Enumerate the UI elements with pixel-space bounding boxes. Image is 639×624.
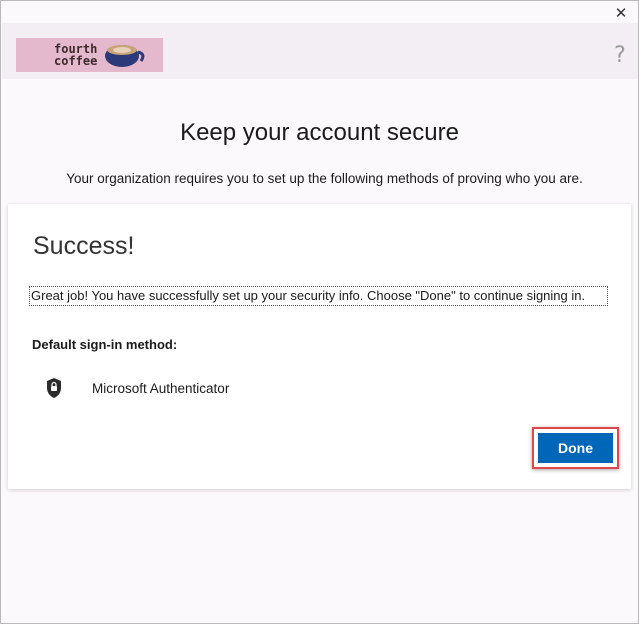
- svg-text:coffee: coffee: [54, 54, 97, 68]
- default-method-row: Microsoft Authenticator: [46, 376, 229, 400]
- page-subtitle: Your organization requires you to set up…: [66, 171, 583, 186]
- company-logo: fourth coffee: [16, 38, 163, 72]
- default-method-label: Default sign-in method:: [32, 337, 178, 352]
- done-button-highlight: Done: [532, 427, 619, 469]
- success-message: Great job! You have successfully set up …: [29, 286, 608, 306]
- authenticator-lock-icon: [47, 378, 61, 398]
- dialog-window: ✕ fourth coffee ? Keep your account secu…: [0, 0, 639, 624]
- page-title: Keep your account secure: [180, 119, 459, 146]
- coffee-cup-icon: fourth coffee: [54, 42, 145, 68]
- method-label: Microsoft Authenticator: [92, 380, 230, 396]
- help-icon[interactable]: ?: [612, 43, 628, 69]
- done-button[interactable]: Done: [538, 433, 613, 463]
- success-heading: Success!: [33, 232, 135, 260]
- close-icon[interactable]: ✕: [612, 4, 630, 22]
- success-card: Success! Great job! You have successfull…: [8, 204, 631, 489]
